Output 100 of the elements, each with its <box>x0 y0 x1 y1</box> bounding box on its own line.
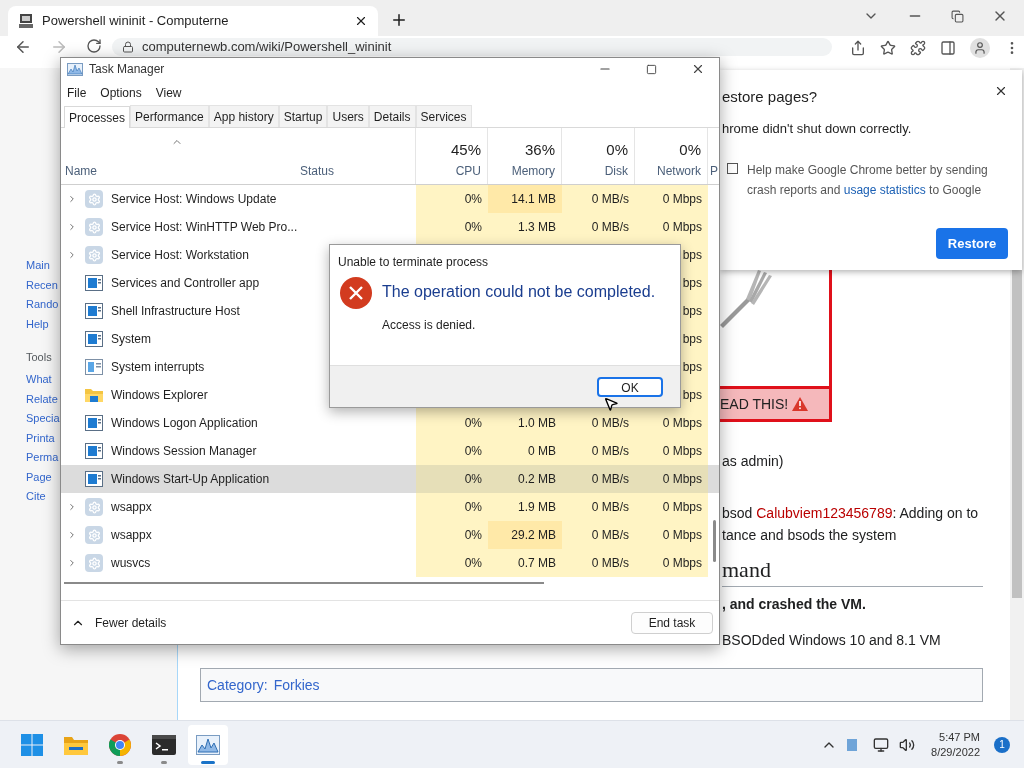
gear-icon <box>85 190 103 208</box>
category-link[interactable]: Forkies <box>273 674 320 696</box>
window-icon <box>85 415 103 431</box>
sidebar-link[interactable]: Specia <box>26 409 60 429</box>
column-header[interactable]: Name <box>65 162 296 180</box>
sidebar-link[interactable]: Relate <box>26 389 58 409</box>
browser-tab[interactable]: Powershell wininit - Computerne <box>8 6 378 36</box>
process-name: Service Host: WinHTTP Web Pro... <box>111 219 298 236</box>
category-label[interactable]: Category: <box>207 674 268 696</box>
process-row[interactable]: wsappx 0% 1.9 MB 0 MB/s 0 Mbps <box>61 493 719 521</box>
ok-button[interactable]: OK <box>597 376 663 397</box>
sidebar-link[interactable]: Printa <box>26 428 55 448</box>
process-name: System <box>111 331 151 348</box>
column-percent: 0% <box>606 140 628 160</box>
close-icon[interactable] <box>994 84 1008 98</box>
new-tab-icon[interactable] <box>390 11 408 29</box>
process-name: wusvcs <box>111 555 151 572</box>
close-icon[interactable] <box>354 14 368 28</box>
expand-icon[interactable] <box>67 501 77 513</box>
bold-text: , and crashed the VM. <box>722 595 867 614</box>
usage-statistics-link[interactable]: usage statistics <box>843 183 926 197</box>
table-cell-text: 0% <box>464 555 482 572</box>
process-row[interactable]: Service Host: Windows Update 0% 14.1 MB 0 MB/s 0 Mbps <box>61 185 719 213</box>
sidebar-link[interactable]: Perma <box>26 448 59 468</box>
share-icon[interactable] <box>850 40 866 56</box>
tab-title: Powershell wininit - Computerne <box>42 12 230 31</box>
process-row[interactable]: wusvcs 0% 0.7 MB 0 MB/s 0 Mbps <box>61 549 719 577</box>
window-title: Task Manager <box>89 61 165 78</box>
reload-icon[interactable] <box>86 38 102 54</box>
table-cell-text: 0 Mbps <box>662 443 702 460</box>
network-icon[interactable] <box>873 736 890 753</box>
clock[interactable]: 5:47 PM 8/29/2022 <box>931 729 980 760</box>
bookmark-icon[interactable] <box>880 40 896 56</box>
expand-icon[interactable] <box>67 529 77 541</box>
tab[interactable]: Details <box>368 105 416 127</box>
sidebar-link[interactable]: Cite <box>26 487 46 507</box>
process-name: Services and Controller app <box>111 275 260 292</box>
volume-icon[interactable] <box>899 736 916 753</box>
table-cell-text: 0 Mbps <box>662 191 702 208</box>
close-icon[interactable] <box>691 62 705 76</box>
checkbox[interactable] <box>727 163 738 174</box>
table-cell-text: 1.9 MB <box>518 499 556 516</box>
tab[interactable]: Services <box>415 105 472 127</box>
column-header[interactable]: Disk <box>604 162 628 180</box>
table-cell-text: 0 MB/s <box>591 555 629 572</box>
sidebar-link[interactable]: Rando <box>26 295 59 315</box>
menu-item[interactable]: View <box>155 83 182 102</box>
process-row[interactable]: Windows Start-Up Application 0% 0.2 MB 0 MB/s 0 Mbps <box>61 465 719 493</box>
column-header[interactable]: Memory <box>511 162 555 180</box>
gear-icon <box>85 554 103 572</box>
dialog-message: Access is denied. <box>382 317 477 334</box>
extensions-icon[interactable] <box>910 40 926 56</box>
back-icon[interactable] <box>14 38 32 56</box>
table-cell-text: 0% <box>464 527 482 544</box>
side-panel-icon[interactable] <box>940 40 956 56</box>
menu-item[interactable]: File <box>67 83 87 102</box>
process-row[interactable]: wsappx 0% 29.2 MB 0 MB/s 0 Mbps <box>61 521 719 549</box>
tab[interactable]: Users <box>327 105 369 127</box>
table-cell-text: bps <box>682 275 702 292</box>
warning-icon <box>792 397 809 411</box>
column-percent: 0% <box>679 140 701 160</box>
restore-button[interactable]: Restore <box>936 228 1008 259</box>
sidebar-link[interactable]: Page <box>26 467 52 487</box>
table-cell-text: 0% <box>464 499 482 516</box>
restore-icon[interactable] <box>951 9 964 23</box>
table-cell-text: 0 Mbps <box>662 555 702 572</box>
address-bar[interactable]: computernewb.com/wiki/Powershell_wininit <box>112 38 832 56</box>
column-header[interactable]: Status <box>300 162 415 180</box>
sidebar-link[interactable]: Main <box>26 256 50 276</box>
tab[interactable]: App history <box>208 105 279 127</box>
menu-item[interactable]: Options <box>100 83 142 102</box>
table-cell-text: bps <box>682 387 702 404</box>
fewer-details-button[interactable]: Fewer details <box>71 613 167 632</box>
expand-icon[interactable] <box>67 221 77 233</box>
vertical-scrollbar[interactable] <box>713 520 716 562</box>
tab[interactable]: Performance <box>130 105 209 127</box>
sidebar-link[interactable]: Recen <box>26 275 58 295</box>
column-header[interactable]: CPU <box>455 162 481 180</box>
terminal-icon <box>152 734 176 755</box>
end-task-button[interactable]: End task <box>631 611 713 634</box>
body-text: as admin) <box>722 452 785 471</box>
window-icon <box>85 443 103 459</box>
maximize-icon[interactable] <box>646 63 657 75</box>
tab[interactable]: Startup <box>278 105 328 127</box>
table-cell-text: 0 MB/s <box>591 219 629 236</box>
process-row[interactable]: Windows Session Manager 0% 0 MB 0 MB/s 0 Mbps <box>61 437 719 465</box>
tab[interactable]: Processes <box>64 106 131 128</box>
column-header[interactable]: Network <box>657 162 701 180</box>
process-row[interactable]: Service Host: WinHTTP Web Pro... 0% 1.3 MB 0 MB/s 0 Mbps <box>61 213 719 241</box>
expand-icon[interactable] <box>67 557 77 569</box>
body-text: BSODded Windows 10 and 8.1 VM <box>722 631 942 650</box>
expand-icon[interactable] <box>67 193 77 205</box>
profile-icon[interactable] <box>970 38 990 58</box>
table-cell-text: 0 Mbps <box>662 219 702 236</box>
sidebar-link[interactable]: What <box>26 370 52 390</box>
expand-icon[interactable] <box>67 249 77 261</box>
sidebar-link[interactable]: Help <box>26 314 49 334</box>
notification-badge[interactable]: 1 <box>994 736 1010 753</box>
process-row[interactable]: Windows Logon Application 0% 1.0 MB 0 MB/s 0 Mbps <box>61 409 719 437</box>
column-header[interactable]: P <box>710 162 720 180</box>
